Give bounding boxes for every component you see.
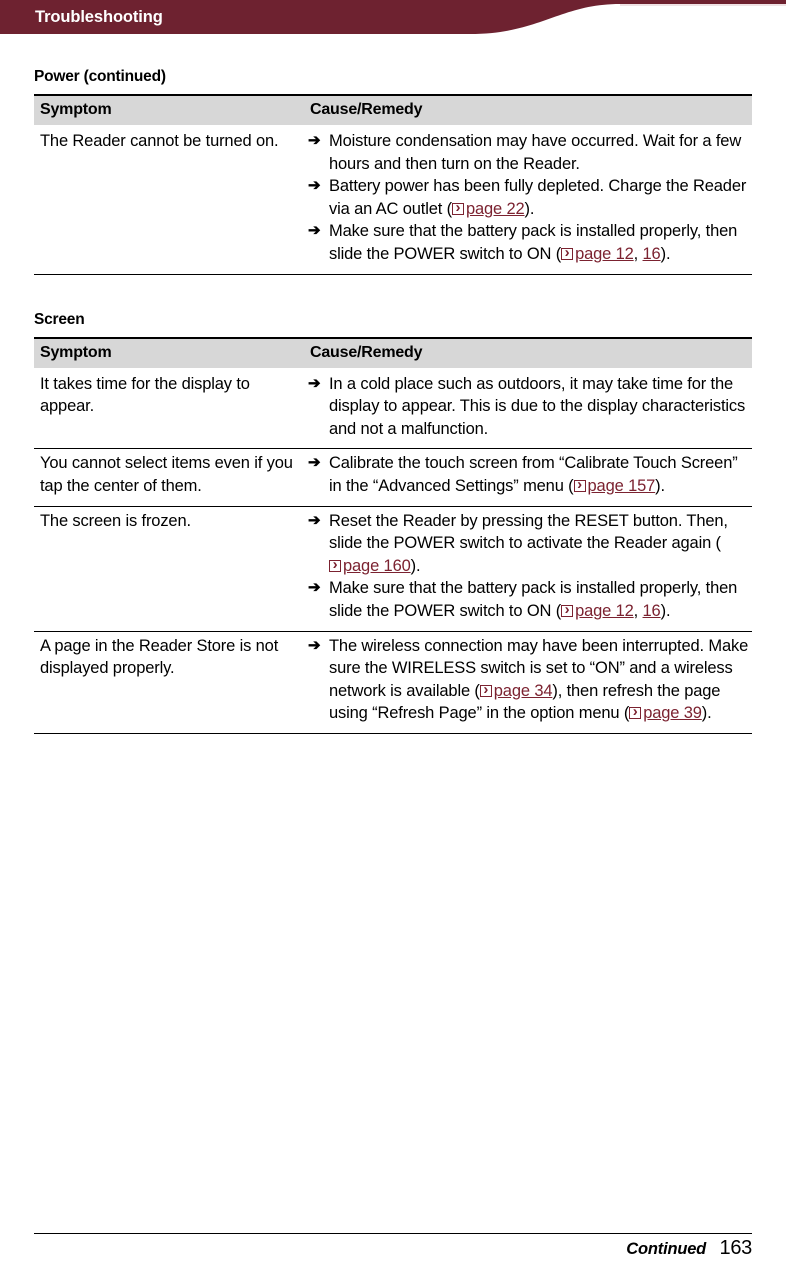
- arrow-right-icon: ➔: [308, 579, 321, 597]
- arrow-right-icon: ➔: [308, 374, 321, 392]
- remedy-list: ➔ Moisture condensation may have occurred…: [308, 130, 752, 266]
- page-header-banner: Troubleshooting: [0, 0, 786, 40]
- troubleshooting-table-screen: Symptom Cause/Remedy It takes time for t…: [34, 336, 752, 734]
- column-header-cause-remedy: Cause/Remedy: [306, 94, 752, 125]
- page-reference-label: page 34: [493, 681, 553, 700]
- cell-cause-remedy: ➔ In a cold place such as outdoors, it ma…: [306, 367, 752, 450]
- page-reference-icon: [451, 198, 464, 218]
- column-header-symptom: Symptom: [34, 336, 306, 368]
- page-reference-label: page 39: [643, 704, 702, 723]
- footer-divider: [34, 1233, 752, 1234]
- page-footer: Continued 163: [34, 1233, 752, 1260]
- footer-continued-label: Continued: [626, 1240, 707, 1258]
- arrow-right-icon: ➔: [308, 177, 321, 195]
- cell-symptom: It takes time for the display to appear.: [34, 367, 306, 450]
- remedy-item: ➔ Make sure that the battery pack is inst…: [308, 220, 752, 265]
- column-header-cause-remedy: Cause/Remedy: [306, 336, 752, 368]
- page-reference-link[interactable]: page 157: [573, 475, 656, 495]
- table-header-row: Symptom Cause/Remedy: [34, 336, 752, 368]
- remedy-item: ➔ Battery power has been fully depleted. …: [308, 175, 752, 220]
- page-reference-label: page 157: [587, 476, 656, 495]
- footer-content: Continued 163: [626, 1237, 752, 1260]
- column-header-symptom: Symptom: [34, 94, 306, 125]
- page-reference-icon: [629, 702, 642, 722]
- table-body: The Reader cannot be turned on. ➔ Moistur…: [34, 125, 752, 275]
- page-reference-link[interactable]: page 22: [451, 198, 525, 218]
- table-body: It takes time for the display to appear.…: [34, 367, 752, 734]
- remedy-item: ➔ Make sure that the battery pack is inst…: [308, 577, 752, 622]
- remedy-list: ➔ The wireless connection may have been i…: [308, 635, 752, 725]
- page-reference-label: page 12: [575, 601, 634, 620]
- arrow-right-icon: ➔: [308, 454, 321, 472]
- troubleshooting-table-power: Symptom Cause/Remedy The Reader cannot b…: [34, 94, 752, 275]
- remedy-item: ➔ Moisture condensation may have occurred…: [308, 132, 742, 173]
- page-reference-icon: [561, 600, 574, 620]
- cell-cause-remedy: ➔ Reset the Reader by pressing the RESET …: [306, 506, 752, 632]
- page-reference-link[interactable]: 16: [643, 245, 661, 263]
- table-row: It takes time for the display to appear.…: [34, 367, 752, 450]
- remedy-item: ➔ Calibrate the touch screen from “Calibr…: [308, 452, 752, 497]
- cell-symptom: The Reader cannot be turned on.: [34, 125, 306, 275]
- remedy-item: ➔ In a cold place such as outdoors, it ma…: [308, 374, 746, 438]
- table-header-row: Symptom Cause/Remedy: [34, 94, 752, 125]
- remedy-list: ➔ In a cold place such as outdoors, it ma…: [308, 373, 752, 441]
- remedy-item: ➔ The wireless connection may have been i…: [308, 635, 752, 725]
- page-reference-label: page 12: [575, 244, 634, 263]
- remedy-item: ➔ Reset the Reader by pressing the RESET …: [308, 510, 752, 578]
- page-reference-icon: [479, 680, 492, 700]
- arrow-right-icon: ➔: [308, 132, 321, 149]
- footer-page-number: 163: [719, 1237, 753, 1259]
- page-reference-label: page 22: [465, 199, 525, 218]
- page-reference-link[interactable]: page 160: [329, 555, 411, 575]
- section-heading-power: Power (continued): [34, 68, 166, 85]
- page-reference-link[interactable]: 16: [643, 602, 661, 620]
- remedy-list: ➔ Calibrate the touch screen from “Calibr…: [308, 452, 752, 497]
- cell-symptom: You cannot select items even if you tap …: [34, 448, 306, 507]
- table-row: You cannot select items even if you tap …: [34, 448, 752, 507]
- page-reference-link[interactable]: page 39: [629, 702, 702, 723]
- cell-cause-remedy: ➔ Calibrate the touch screen from “Calibr…: [306, 448, 752, 507]
- arrow-right-icon: ➔: [308, 636, 321, 654]
- cell-symptom: A page in the Reader Store is not displa…: [34, 631, 306, 734]
- page-reference-link[interactable]: page 12: [561, 600, 634, 620]
- section-heading-screen: Screen: [34, 310, 85, 328]
- table-row: A page in the Reader Store is not displa…: [34, 631, 752, 734]
- page-content: Power (continued) Symptom Cause/Remedy T…: [0, 68, 786, 734]
- table-row: The Reader cannot be turned on. ➔ Moistur…: [34, 125, 752, 275]
- table-row: The screen is frozen. ➔ Reset the Reader …: [34, 506, 752, 632]
- page-reference-link[interactable]: page 12: [561, 243, 634, 263]
- arrow-right-icon: ➔: [308, 222, 321, 240]
- arrow-right-icon: ➔: [308, 511, 321, 529]
- page-reference-icon: [329, 555, 341, 575]
- cell-symptom: The screen is frozen.: [34, 506, 306, 632]
- page-title: Troubleshooting: [35, 8, 163, 26]
- cell-cause-remedy: ➔ The wireless connection may have been i…: [306, 631, 752, 734]
- page-reference-label: page 160: [343, 556, 411, 575]
- page-reference-link[interactable]: page 34: [479, 680, 553, 700]
- cell-cause-remedy: ➔ Moisture condensation may have occurred…: [306, 125, 752, 275]
- page-reference-icon: [573, 475, 586, 495]
- page-reference-icon: [561, 243, 574, 263]
- remedy-list: ➔ Reset the Reader by pressing the RESET …: [308, 510, 752, 623]
